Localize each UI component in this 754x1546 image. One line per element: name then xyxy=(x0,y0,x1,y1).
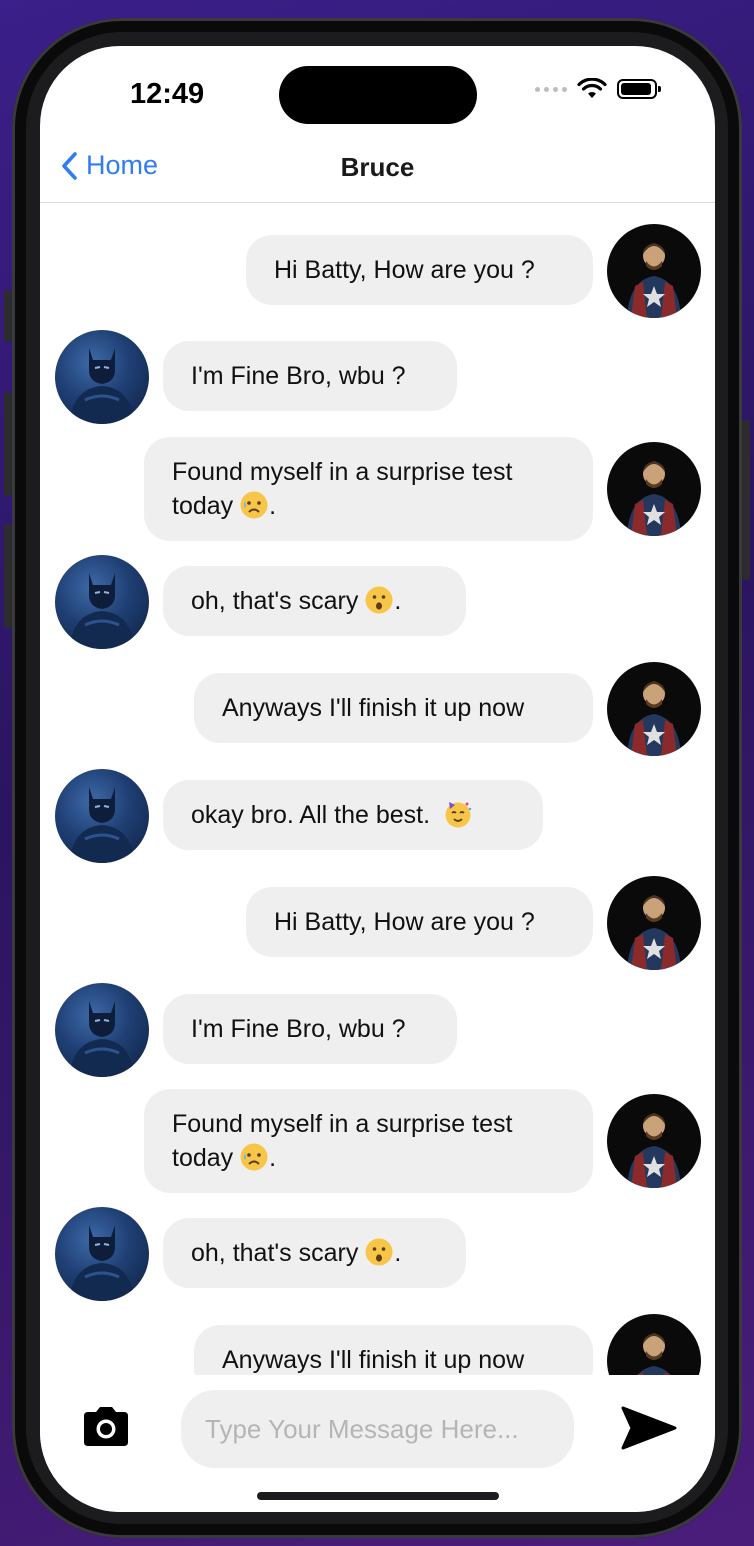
message-suffix: . xyxy=(269,1144,277,1172)
avatar-captain xyxy=(607,876,701,970)
message-input[interactable] xyxy=(181,1390,574,1468)
party-emoji-icon xyxy=(445,802,472,828)
avatar-batman xyxy=(55,769,149,863)
page-title: Bruce xyxy=(340,152,415,182)
hushed-emoji-icon xyxy=(365,586,393,614)
message-row-received: I'm Fine Bro, wbu ? xyxy=(40,330,715,430)
message-suffix: . xyxy=(394,1239,402,1267)
sad-sweat-emoji-icon xyxy=(240,1143,268,1171)
message-bubble-received[interactable]: oh, that's scary. xyxy=(163,566,466,636)
screen: 12:49 Home Bruce Hi Batty, How are you ?… xyxy=(40,46,715,1512)
sad-sweat-emoji-icon xyxy=(240,491,268,519)
power-button xyxy=(742,420,750,580)
message-text: Found myself in a surprise test today xyxy=(172,1110,513,1172)
avatar-batman xyxy=(55,1207,149,1301)
avatar-captain xyxy=(607,442,701,536)
message-bubble-sent[interactable]: Hi Batty, How are you ? xyxy=(246,235,593,305)
battery-icon xyxy=(617,79,661,99)
status-time: 12:49 xyxy=(130,78,205,110)
message-suffix: . xyxy=(394,587,402,615)
mute-switch xyxy=(4,290,12,342)
avatar-batman xyxy=(55,555,149,649)
message-bubble-received[interactable]: I'm Fine Bro, wbu ? xyxy=(163,341,457,411)
message-text: Hi Batty, How are you ? xyxy=(274,256,535,284)
message-row-received: oh, that's scary. xyxy=(40,555,715,655)
volume-down-button xyxy=(4,524,12,628)
avatar-captain xyxy=(607,1094,701,1188)
avatar-captain xyxy=(607,224,701,318)
avatar-captain xyxy=(607,662,701,756)
message-row-sent: Anyways I'll finish it up now xyxy=(40,662,715,762)
home-indicator[interactable] xyxy=(257,1492,499,1500)
message-row-sent: Found myself in a surprise test today. xyxy=(40,1089,715,1199)
message-row-sent: Anyways I'll finish it up now xyxy=(40,1314,715,1375)
camera-icon[interactable] xyxy=(80,1406,132,1448)
avatar-captain xyxy=(607,1314,701,1375)
message-text: Hi Batty, How are you ? xyxy=(274,908,535,936)
message-bubble-received[interactable]: oh, that's scary. xyxy=(163,1218,466,1288)
message-row-sent: Found myself in a surprise test today. xyxy=(40,437,715,547)
message-text: oh, that's scary xyxy=(191,587,359,615)
message-row-sent: Hi Batty, How are you ? xyxy=(40,224,715,324)
message-text: Anyways I'll finish it up now xyxy=(222,694,525,722)
message-text: Found myself in a surprise test today xyxy=(172,458,513,520)
message-text: Anyways I'll finish it up now xyxy=(222,1346,525,1374)
message-bubble-sent[interactable]: Found myself in a surprise test today. xyxy=(144,1089,593,1193)
message-text: I'm Fine Bro, wbu ? xyxy=(191,1015,406,1043)
message-text: okay bro. All the best. xyxy=(191,801,431,829)
volume-up-button xyxy=(4,392,12,496)
message-row-received: okay bro. All the best. xyxy=(40,769,715,869)
message-bubble-received[interactable]: I'm Fine Bro, wbu ? xyxy=(163,994,457,1064)
avatar-batman xyxy=(55,330,149,424)
message-bubble-received[interactable]: okay bro. All the best. xyxy=(163,780,543,850)
nav-bar: Home Bruce xyxy=(40,136,715,203)
send-icon[interactable] xyxy=(620,1404,678,1452)
dynamic-island xyxy=(279,66,477,124)
signal-icon xyxy=(535,86,567,92)
wifi-icon xyxy=(577,78,607,98)
hushed-emoji-icon xyxy=(365,1238,393,1266)
message-list[interactable]: Hi Batty, How are you ? I'm Fine Bro, wb… xyxy=(40,203,715,1375)
message-bubble-sent[interactable]: Anyways I'll finish it up now xyxy=(194,673,593,743)
message-row-sent: Hi Batty, How are you ? xyxy=(40,876,715,976)
message-bubble-sent[interactable]: Anyways I'll finish it up now xyxy=(194,1325,593,1375)
message-bubble-sent[interactable]: Found myself in a surprise test today. xyxy=(144,437,593,541)
message-text: oh, that's scary xyxy=(191,1239,359,1267)
message-row-received: I'm Fine Bro, wbu ? xyxy=(40,983,715,1083)
message-text: I'm Fine Bro, wbu ? xyxy=(191,362,406,390)
message-bubble-sent[interactable]: Hi Batty, How are you ? xyxy=(246,887,593,957)
status-icons xyxy=(535,78,661,100)
message-row-received: oh, that's scary. xyxy=(40,1207,715,1307)
avatar-batman xyxy=(55,983,149,1077)
message-suffix: . xyxy=(269,492,277,520)
